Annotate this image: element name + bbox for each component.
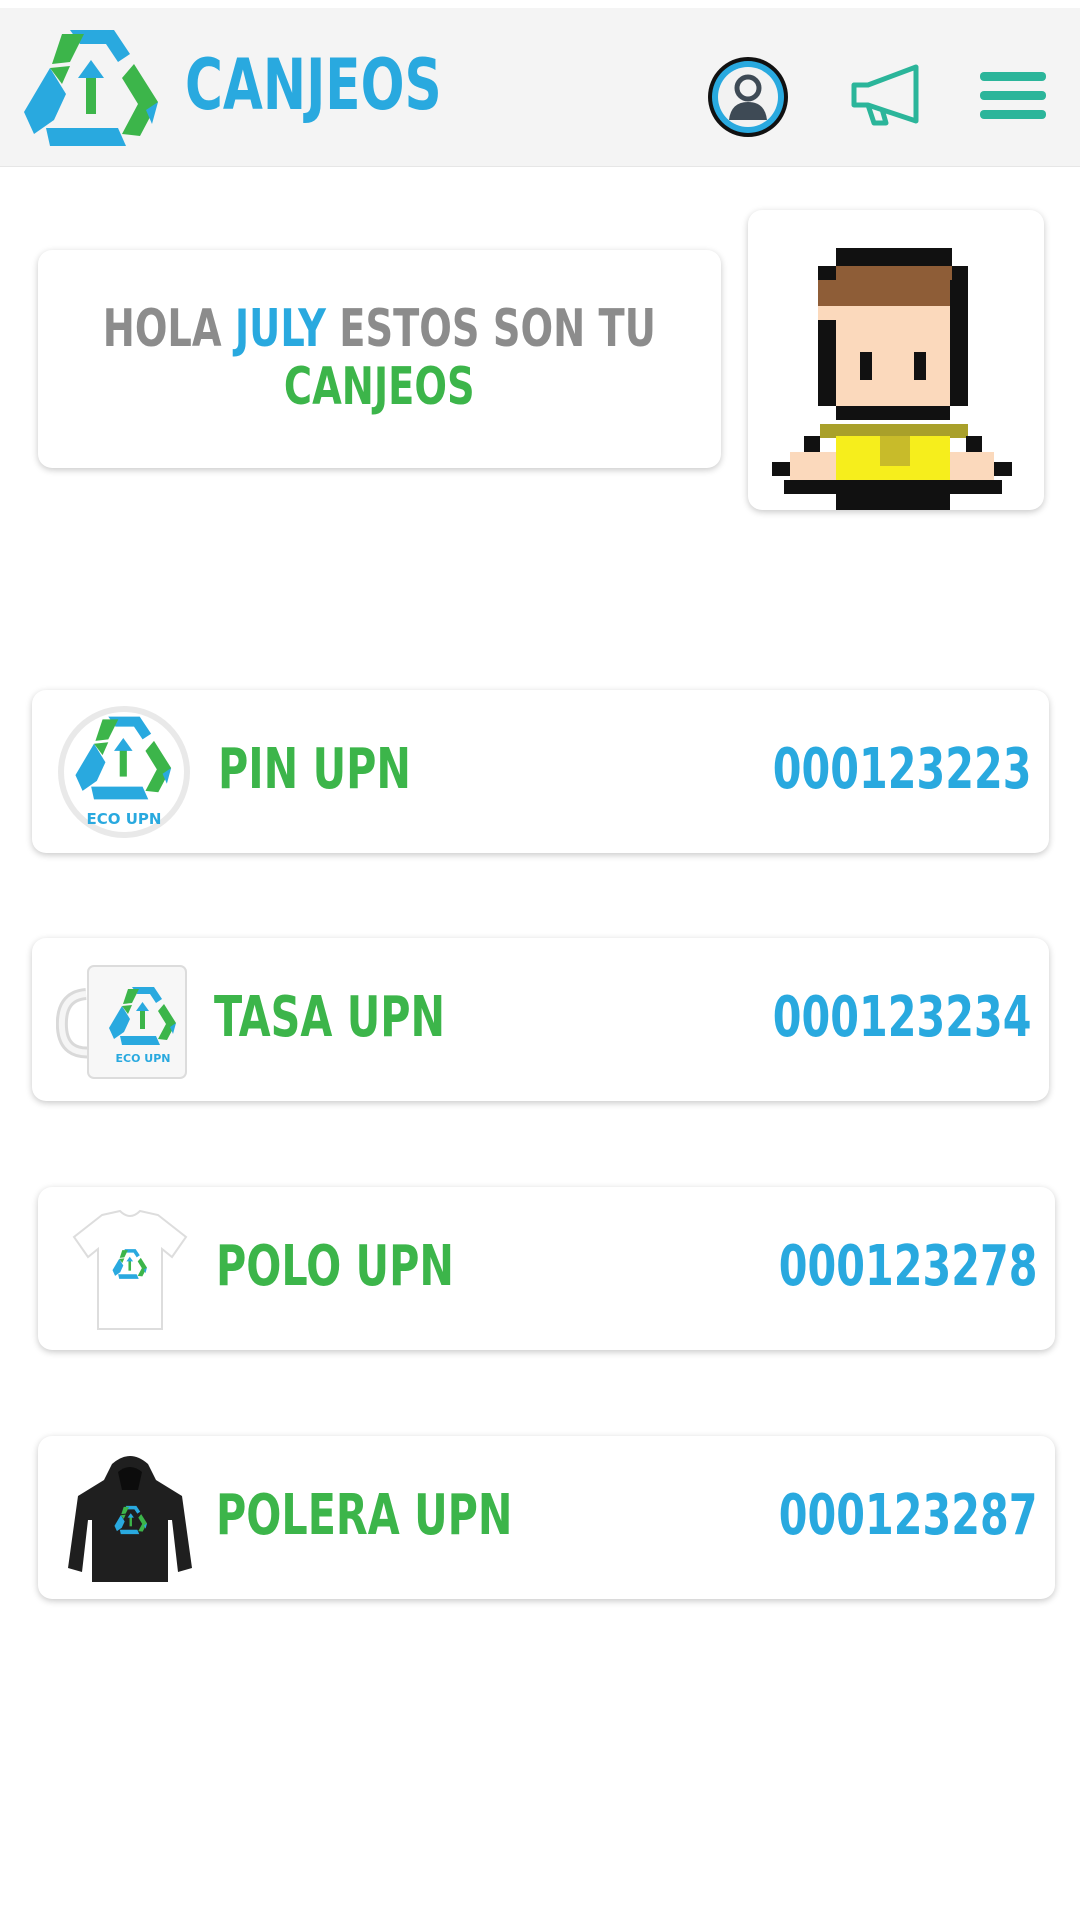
- greeting-rest: ESTOS SON TU: [339, 299, 657, 359]
- mug-eco-upn-icon: ECO UPN: [56, 965, 187, 1079]
- list-item[interactable]: ECO UPN PIN UPN 000123223: [32, 690, 1049, 853]
- item-name: TASA UPN: [214, 985, 446, 1050]
- item-name: PIN UPN: [218, 737, 411, 802]
- page-title: CANJEOS: [185, 44, 442, 126]
- item-code: 000123278: [778, 1234, 1037, 1299]
- mug-badge-text: ECO UPN: [116, 1052, 171, 1065]
- hamburger-menu-icon[interactable]: [978, 70, 1048, 122]
- greeting-highlight: CANJEOS: [284, 357, 475, 417]
- hoodie-eco-upn-icon: [68, 1456, 192, 1582]
- item-code: 000123234: [772, 985, 1031, 1050]
- greeting-card: HOLA JULY ESTOS SON TU CANJEOS: [38, 250, 721, 468]
- item-code: 000123223: [772, 737, 1031, 802]
- item-code: 000123287: [778, 1483, 1037, 1548]
- pixel-avatar-icon: [772, 248, 1012, 510]
- list-item[interactable]: POLO UPN 000123278: [38, 1187, 1055, 1350]
- tshirt-eco-upn-icon: [72, 1209, 188, 1330]
- avatar: [748, 210, 1044, 510]
- greeting-hola: HOLA: [102, 299, 222, 359]
- recycle-logo-icon[interactable]: [22, 24, 162, 152]
- greeting-text: HOLA JULY ESTOS SON TU CANJEOS: [38, 300, 721, 416]
- pin-eco-upn-icon: ECO UPN: [58, 706, 190, 838]
- item-name: POLERA UPN: [216, 1483, 513, 1548]
- pin-badge-text: ECO UPN: [87, 810, 162, 828]
- megaphone-icon[interactable]: [850, 63, 922, 129]
- profile-icon[interactable]: [705, 54, 791, 140]
- top-app-bar: CANJEOS: [0, 8, 1080, 167]
- list-item[interactable]: ECO UPN TASA UPN 000123234: [32, 938, 1049, 1101]
- list-item[interactable]: POLERA UPN 000123287: [38, 1436, 1055, 1599]
- greeting-user-name: JULY: [235, 299, 327, 359]
- item-name: POLO UPN: [216, 1234, 454, 1299]
